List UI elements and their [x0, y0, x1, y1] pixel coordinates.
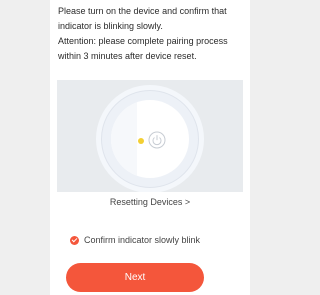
instructions-text: Please turn on the device and confirm th… — [58, 4, 244, 64]
device-face — [111, 100, 189, 178]
check-circle-icon — [70, 235, 79, 245]
confirm-indicator-label: Confirm indicator slowly blink — [84, 235, 201, 245]
instruction-line-turn-on: Please turn on the device and confirm th… — [58, 6, 227, 31]
resetting-devices-link[interactable]: Resetting Devices > — [50, 196, 250, 208]
power-icon — [148, 131, 166, 149]
device-illustration — [57, 80, 243, 192]
instruction-line-attention: Attention: please complete pairing proce… — [58, 36, 228, 61]
device-ring — [101, 90, 199, 188]
pairing-guide-card: Please turn on the device and confirm th… — [50, 0, 250, 295]
indicator-light — [138, 138, 144, 144]
confirm-indicator-checkbox[interactable]: Confirm indicator slowly blink — [70, 234, 240, 246]
next-button[interactable]: Next — [66, 263, 204, 292]
